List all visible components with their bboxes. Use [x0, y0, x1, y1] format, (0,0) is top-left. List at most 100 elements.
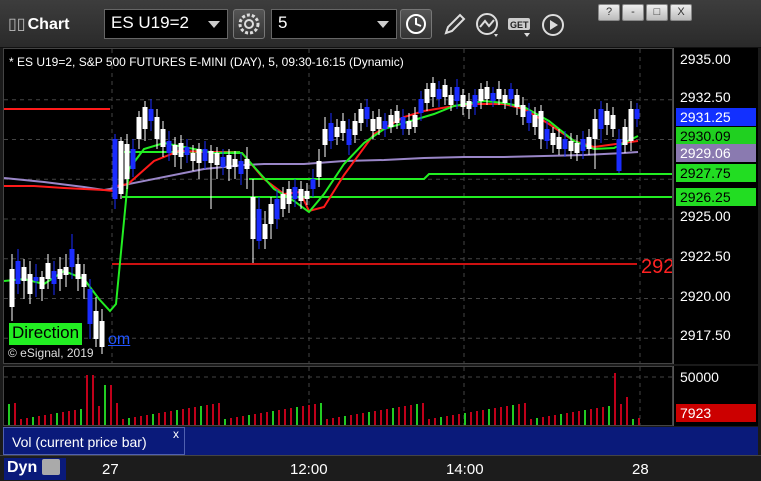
minimize-button[interactable]: - [622, 4, 644, 21]
candle-body [550, 133, 556, 145]
candle-body [514, 95, 520, 107]
candle-body [136, 117, 142, 139]
price-chart-canvas: * ES U19=2, S&P 500 FUTURES E-MINI (DAY)… [3, 49, 674, 363]
price-chart[interactable]: * ES U19=2, S&P 500 FUTURES E-MINI (DAY)… [3, 48, 674, 364]
time-axis[interactable]: Dyn 27 12:00 14:00 28 [0, 455, 761, 481]
candle-body [580, 139, 586, 151]
watermark-link[interactable]: om [108, 331, 130, 349]
volume-axis-label: 50000 [680, 369, 719, 385]
candle-body [214, 153, 220, 165]
time-label: 12:00 [290, 461, 328, 478]
candle-body [232, 159, 238, 167]
volume-axis: 50000 7923 [673, 366, 758, 426]
price-label: 2935.00 [680, 51, 731, 67]
candle-body [424, 89, 430, 103]
symbol-value: ES U19=2 [111, 13, 189, 32]
price-axis[interactable]: 2935.00 2932.50 2925.00 2922.50 2920.00 … [673, 48, 758, 364]
candle-body [628, 109, 634, 141]
get-icon[interactable]: GET [506, 12, 534, 38]
price-label: 2925.00 [680, 208, 731, 224]
volume-current-tag: 7923 [676, 404, 756, 422]
candle-body [322, 129, 328, 145]
time-label: 28 [632, 461, 649, 478]
time-button[interactable] [400, 9, 432, 39]
candle-body [310, 179, 316, 189]
candle-body [568, 141, 574, 151]
candle-body [358, 109, 364, 123]
candle-body [190, 153, 196, 161]
candle-body [574, 143, 580, 153]
chevron-down-icon[interactable] [208, 21, 220, 28]
candle-body [262, 224, 268, 239]
candle-body [274, 199, 280, 219]
candle-body [412, 115, 418, 127]
candle-body [238, 161, 244, 174]
candle-body [27, 274, 33, 294]
chart-grip-icon[interactable]: ▯▯ [8, 16, 26, 33]
close-button[interactable]: X [670, 4, 692, 21]
candle-body [268, 204, 274, 224]
candle-body [334, 127, 340, 137]
candle-body [93, 311, 99, 339]
study-icon[interactable] [474, 12, 502, 38]
candle-body [562, 139, 568, 149]
clock-icon [406, 14, 426, 34]
interval-field[interactable]: 5 [271, 9, 397, 39]
volume-study-label[interactable]: Vol (current price bar) [3, 427, 185, 455]
help-button[interactable]: ? [598, 4, 620, 21]
price-tag-purple-ma: 2929.06 [676, 144, 756, 162]
candle-body [63, 267, 69, 275]
candle-body [436, 89, 442, 99]
copyright-text: © eSignal, 2019 [8, 346, 94, 360]
candle-body [148, 109, 154, 121]
candle-body [460, 95, 466, 107]
candle-body [316, 161, 322, 177]
settings-button[interactable] [233, 9, 265, 39]
candle-body [454, 87, 460, 101]
volume-chart[interactable] [3, 366, 673, 426]
candle-body [532, 115, 538, 127]
candle-body [442, 85, 448, 97]
candle-body [202, 149, 208, 161]
candle-body [592, 119, 598, 139]
candle-body [292, 187, 298, 199]
candle-body [490, 93, 496, 101]
lock-icon[interactable] [42, 459, 60, 475]
window-title-text: Chart [27, 16, 70, 33]
candle-body [544, 129, 550, 141]
candle-body [226, 155, 232, 169]
candle-body [598, 109, 604, 129]
candle-body [208, 151, 214, 163]
candle-body [430, 83, 436, 97]
candle-body [304, 191, 310, 199]
candle-body [508, 89, 514, 99]
maximize-button[interactable]: □ [646, 4, 668, 21]
svg-text:GET: GET [510, 20, 529, 30]
price-label: 2917.50 [680, 327, 731, 343]
candle-body [370, 119, 376, 131]
candle-body [364, 107, 370, 119]
candle-body [340, 121, 346, 133]
symbol-field[interactable]: ES U19=2 [104, 9, 228, 39]
candle-body [118, 141, 124, 194]
candle-body [376, 117, 382, 129]
candle-body [418, 99, 424, 113]
candle-body [280, 194, 286, 209]
candle-body [466, 101, 472, 109]
candle-body [244, 159, 250, 169]
chevron-down-icon[interactable] [377, 21, 389, 28]
candle-body [250, 197, 256, 239]
candle-body [130, 149, 136, 169]
price-label: 2920.00 [680, 288, 731, 304]
play-icon[interactable] [540, 12, 568, 38]
candle-body [160, 129, 166, 147]
candle-body [604, 111, 610, 125]
candle-body [298, 189, 304, 201]
time-label: 27 [102, 461, 119, 478]
close-icon[interactable]: x [173, 427, 179, 441]
candle-body [346, 129, 352, 145]
window-title: ▯▯ Chart [8, 14, 69, 34]
pencil-draw-icon[interactable] [440, 12, 468, 38]
time-label: 14:00 [446, 461, 484, 478]
candle-body [45, 263, 51, 279]
